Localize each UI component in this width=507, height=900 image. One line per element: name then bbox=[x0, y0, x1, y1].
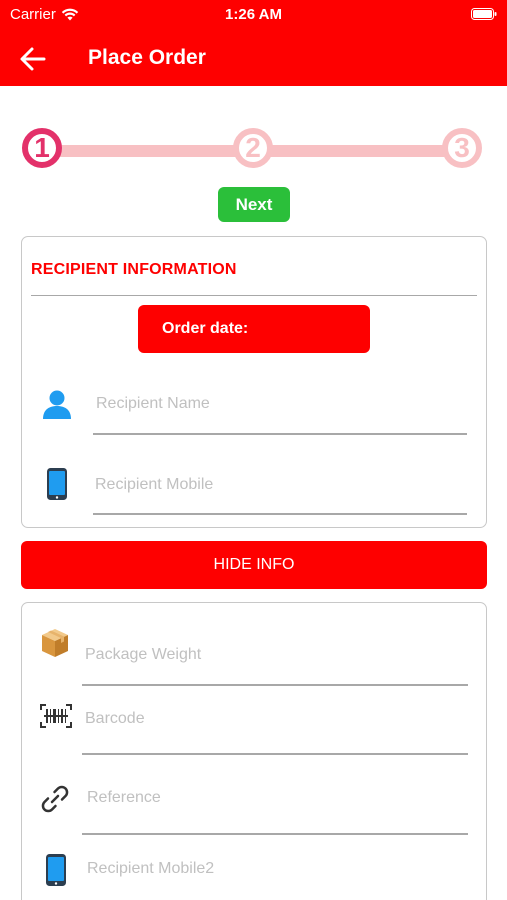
barcode-field[interactable]: Barcode bbox=[22, 691, 488, 755]
place-order-screen: Carrier 1:26 AM Place Order 1 2 3 Next R… bbox=[0, 0, 507, 900]
step-connector-2 bbox=[264, 145, 464, 157]
recipient-name-placeholder: Recipient Name bbox=[96, 395, 210, 412]
mobile-phone-icon bbox=[47, 468, 67, 500]
person-icon bbox=[43, 390, 71, 419]
navigation-bar: Place Order bbox=[0, 30, 507, 86]
order-stepper: 1 2 3 bbox=[0, 120, 507, 180]
input-underline bbox=[82, 684, 468, 686]
package-icon bbox=[42, 629, 68, 657]
card-title: RECIPIENT INFORMATION bbox=[31, 261, 237, 278]
status-time: 1:26 AM bbox=[225, 6, 282, 23]
recipient-mobile-field[interactable]: Recipient Mobile bbox=[22, 449, 488, 519]
input-underline bbox=[82, 753, 468, 755]
step-connector-1 bbox=[50, 145, 250, 157]
input-underline bbox=[82, 833, 468, 835]
hide-info-button[interactable]: HIDE INFO bbox=[21, 541, 487, 589]
step-2-indicator[interactable]: 2 bbox=[233, 128, 273, 168]
recipient-mobile2-placeholder: Recipient Mobile2 bbox=[87, 860, 215, 877]
package-details-card: Package Weight Barcode Reference Recipie… bbox=[21, 602, 487, 900]
card-divider bbox=[31, 295, 477, 296]
next-button[interactable]: Next bbox=[218, 187, 290, 222]
order-date-button[interactable]: Order date: bbox=[138, 305, 370, 353]
reference-placeholder: Reference bbox=[87, 789, 161, 806]
recipient-information-card: RECIPIENT INFORMATION Order date: Recipi… bbox=[21, 236, 487, 528]
package-weight-field[interactable]: Package Weight bbox=[22, 615, 488, 686]
input-underline bbox=[93, 513, 467, 515]
barcode-scan-icon bbox=[40, 704, 72, 728]
status-bar: Carrier 1:26 AM bbox=[0, 0, 507, 30]
battery-icon bbox=[471, 8, 497, 20]
package-weight-placeholder: Package Weight bbox=[85, 646, 202, 663]
step-1-indicator[interactable]: 1 bbox=[22, 128, 62, 168]
barcode-placeholder: Barcode bbox=[85, 710, 145, 727]
back-arrow-icon[interactable] bbox=[18, 44, 48, 74]
reference-field[interactable]: Reference bbox=[22, 771, 488, 835]
link-icon bbox=[41, 785, 69, 813]
recipient-name-field[interactable]: Recipient Name bbox=[22, 367, 488, 437]
recipient-mobile-placeholder: Recipient Mobile bbox=[95, 476, 214, 493]
input-underline bbox=[93, 433, 467, 435]
step-3-indicator[interactable]: 3 bbox=[442, 128, 482, 168]
page-title: Place Order bbox=[88, 46, 206, 69]
mobile-phone-icon bbox=[46, 854, 66, 886]
recipient-mobile2-field[interactable]: Recipient Mobile2 bbox=[22, 847, 488, 900]
